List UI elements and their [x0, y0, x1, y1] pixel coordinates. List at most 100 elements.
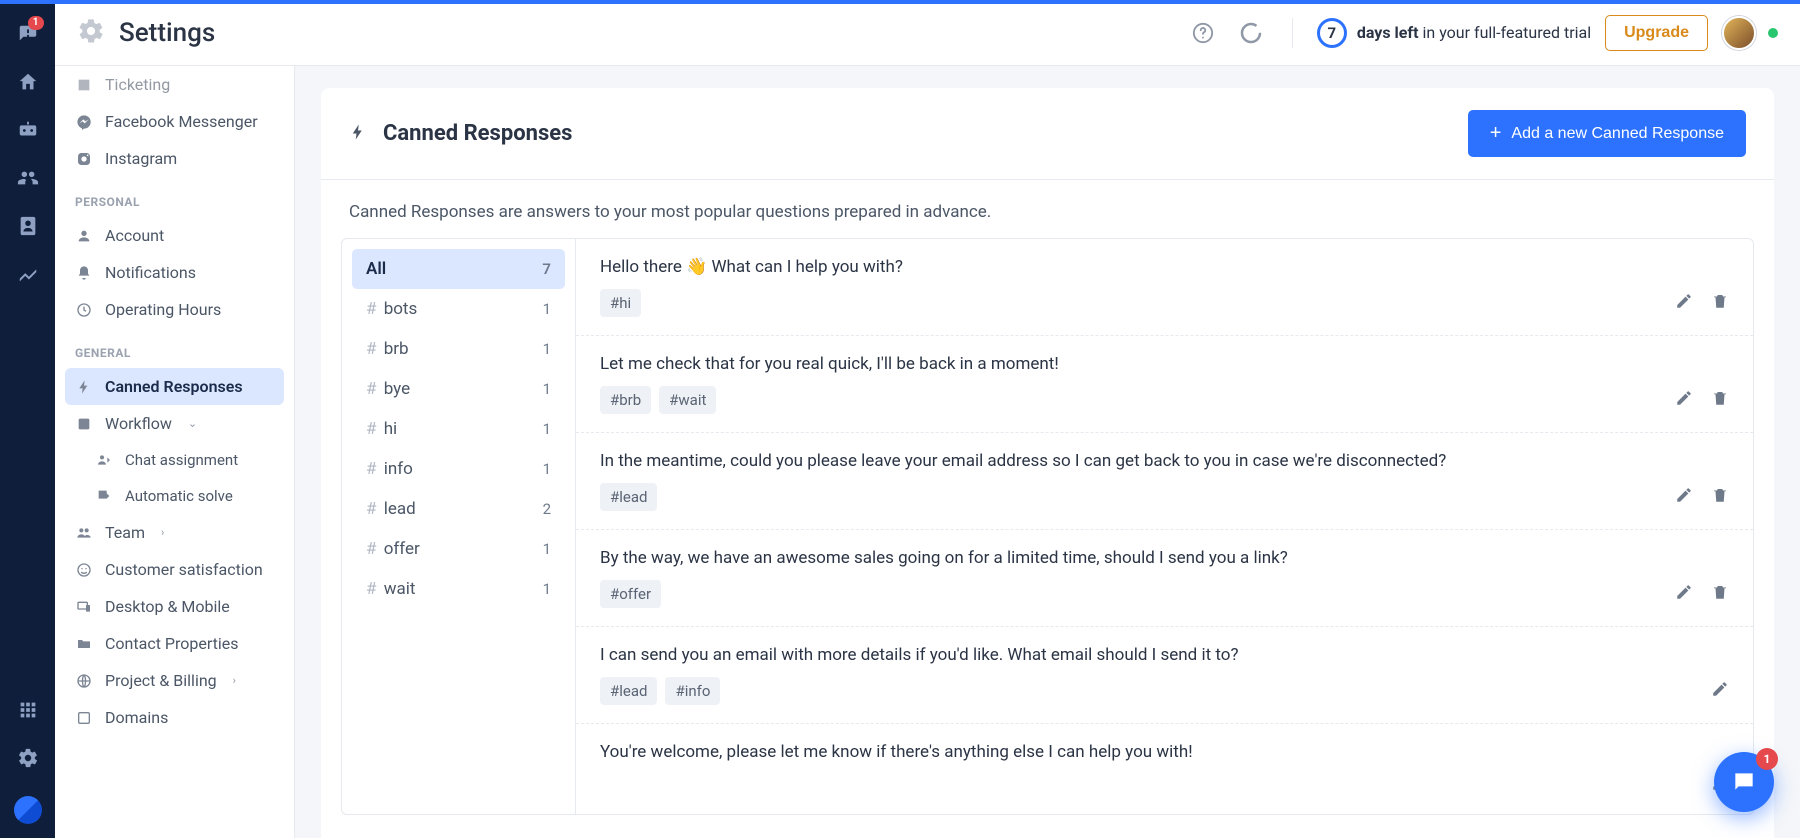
- sidebar-item-auto-solve[interactable]: Automatic solve: [65, 478, 284, 514]
- rail-apps-icon[interactable]: [8, 686, 48, 734]
- clock-icon: [75, 301, 93, 319]
- hash-icon: #: [366, 419, 381, 439]
- trial-days-count: 7: [1317, 18, 1347, 48]
- sidebar-item-workflow[interactable]: Workflow ⌄: [65, 405, 284, 442]
- rail-bot-icon[interactable]: [8, 106, 48, 154]
- rail-analytics-icon[interactable]: [8, 250, 48, 298]
- tag-chip[interactable]: #lead: [600, 677, 657, 705]
- tag-label: bots: [384, 299, 418, 319]
- tag-chip[interactable]: #wait: [659, 386, 716, 414]
- sidebar-item-desktop[interactable]: Desktop & Mobile: [65, 588, 284, 625]
- globe-icon: [75, 672, 93, 690]
- tag-label: offer: [384, 539, 420, 559]
- sidebar-label: Contact Properties: [105, 634, 239, 653]
- help-icon[interactable]: [1186, 16, 1220, 50]
- response-text: I can send you an email with more detail…: [600, 645, 1729, 665]
- response-footer: [600, 774, 1729, 796]
- response-actions: [1675, 486, 1729, 508]
- tag-filter-row[interactable]: # bots 1: [352, 289, 565, 329]
- chevron-right-icon: ›: [161, 526, 164, 539]
- tag-label: info: [384, 459, 413, 479]
- tag-filter-row[interactable]: # lead2: [352, 489, 565, 529]
- sidebar-item-notifications[interactable]: Notifications: [65, 254, 284, 291]
- sidebar-item-hours[interactable]: Operating Hours: [65, 291, 284, 328]
- tag-label: bye: [384, 379, 410, 399]
- rail-contacts-icon[interactable]: [8, 202, 48, 250]
- tag-filter-row[interactable]: # info1: [352, 449, 565, 489]
- tag-count: 1: [543, 580, 551, 598]
- gear-icon: [77, 17, 105, 49]
- sidebar-item-domains[interactable]: Domains: [65, 699, 284, 736]
- tags-column: All7# bots1# brb1# bye1# hi1# info1# lea…: [341, 238, 576, 815]
- response-actions: [1675, 292, 1729, 314]
- sidebar-label: Notifications: [105, 263, 196, 282]
- folder-icon: [75, 635, 93, 653]
- tag-chip[interactable]: #brb: [600, 386, 651, 414]
- tag-filter-row[interactable]: # brb1: [352, 329, 565, 369]
- sidebar-item-team[interactable]: Team ›: [65, 514, 284, 551]
- hash-icon: #: [366, 539, 381, 559]
- add-canned-button[interactable]: + Add a new Canned Response: [1468, 110, 1746, 157]
- delete-icon[interactable]: [1711, 292, 1729, 314]
- tag-filter-row[interactable]: All7: [352, 249, 565, 289]
- avatar[interactable]: [1722, 16, 1756, 50]
- tag-filter-row[interactable]: # offer 1: [352, 529, 565, 569]
- response-actions: [1675, 583, 1729, 605]
- tag-count: 7: [542, 260, 551, 278]
- presence-dot: [1768, 28, 1778, 38]
- sidebar-item-canned[interactable]: Canned Responses: [65, 368, 284, 405]
- canned-panel: Canned Responses + Add a new Canned Resp…: [321, 88, 1774, 838]
- progress-ring-icon[interactable]: [1234, 16, 1268, 50]
- panel-title: Canned Responses: [383, 121, 572, 146]
- tag-chip[interactable]: #lead: [600, 483, 657, 511]
- hash-icon: #: [366, 299, 381, 319]
- tag-label: wait: [384, 579, 416, 599]
- edit-icon[interactable]: [1675, 486, 1693, 508]
- response-row: By the way, we have an awesome sales goi…: [576, 530, 1753, 627]
- response-row: I can send you an email with more detail…: [576, 627, 1753, 724]
- delete-icon[interactable]: [1711, 389, 1729, 411]
- chevron-right-icon: ›: [233, 674, 236, 687]
- bolt-icon: [75, 378, 93, 396]
- edit-icon[interactable]: [1675, 292, 1693, 314]
- tag-count: 1: [543, 300, 551, 318]
- sidebar-item-facebook[interactable]: Facebook Messenger: [65, 103, 284, 140]
- rail-logo-icon[interactable]: [14, 796, 42, 824]
- delete-icon[interactable]: [1711, 486, 1729, 508]
- edit-icon[interactable]: [1675, 583, 1693, 605]
- person-icon: [75, 227, 93, 245]
- tag-filter-row[interactable]: # bye1: [352, 369, 565, 409]
- tag-chip[interactable]: #info: [665, 677, 720, 705]
- sidebar-item-instagram[interactable]: Instagram: [65, 140, 284, 177]
- sidebar-item-csat[interactable]: Customer satisfaction: [65, 551, 284, 588]
- tag-count: 1: [543, 460, 551, 478]
- plus-icon: +: [1490, 122, 1502, 145]
- response-text: Hello there 👋 What can I help you with?: [600, 257, 1729, 277]
- tag-filter-row[interactable]: # wait1: [352, 569, 565, 609]
- rail-visitors-icon[interactable]: [8, 154, 48, 202]
- rail-inbox-icon[interactable]: 1: [8, 10, 48, 58]
- sidebar-item-contactprops[interactable]: Contact Properties: [65, 625, 284, 662]
- rail-settings-icon[interactable]: [8, 734, 48, 782]
- response-text: In the meantime, could you please leave …: [600, 451, 1729, 471]
- response-footer: #brb #wait: [600, 386, 1729, 414]
- sidebar-item-billing[interactable]: Project & Billing ›: [65, 662, 284, 699]
- tag-count: 1: [543, 540, 551, 558]
- tag-chip[interactable]: #offer: [600, 580, 661, 608]
- sidebar-item-ticketing[interactable]: Ticketing: [65, 66, 284, 103]
- tag-chip[interactable]: #hi: [600, 289, 641, 317]
- chat-fab[interactable]: 1: [1714, 752, 1774, 812]
- rail-home-icon[interactable]: [8, 58, 48, 106]
- trial-indicator: 7 days left in your full-featured trial: [1317, 18, 1591, 48]
- sidebar-label: Ticketing: [105, 75, 170, 94]
- edit-icon[interactable]: [1711, 680, 1729, 702]
- bolt-icon: [349, 123, 367, 145]
- edit-icon[interactable]: [1675, 389, 1693, 411]
- upgrade-button[interactable]: Upgrade: [1605, 15, 1708, 51]
- sidebar-item-chat-assign[interactable]: Chat assignment: [65, 442, 284, 478]
- delete-icon[interactable]: [1711, 583, 1729, 605]
- sidebar-item-account[interactable]: Account: [65, 217, 284, 254]
- sidebar-label: Operating Hours: [105, 300, 221, 319]
- responses-column: Hello there 👋 What can I help you with? #…: [576, 238, 1754, 815]
- tag-filter-row[interactable]: # hi1: [352, 409, 565, 449]
